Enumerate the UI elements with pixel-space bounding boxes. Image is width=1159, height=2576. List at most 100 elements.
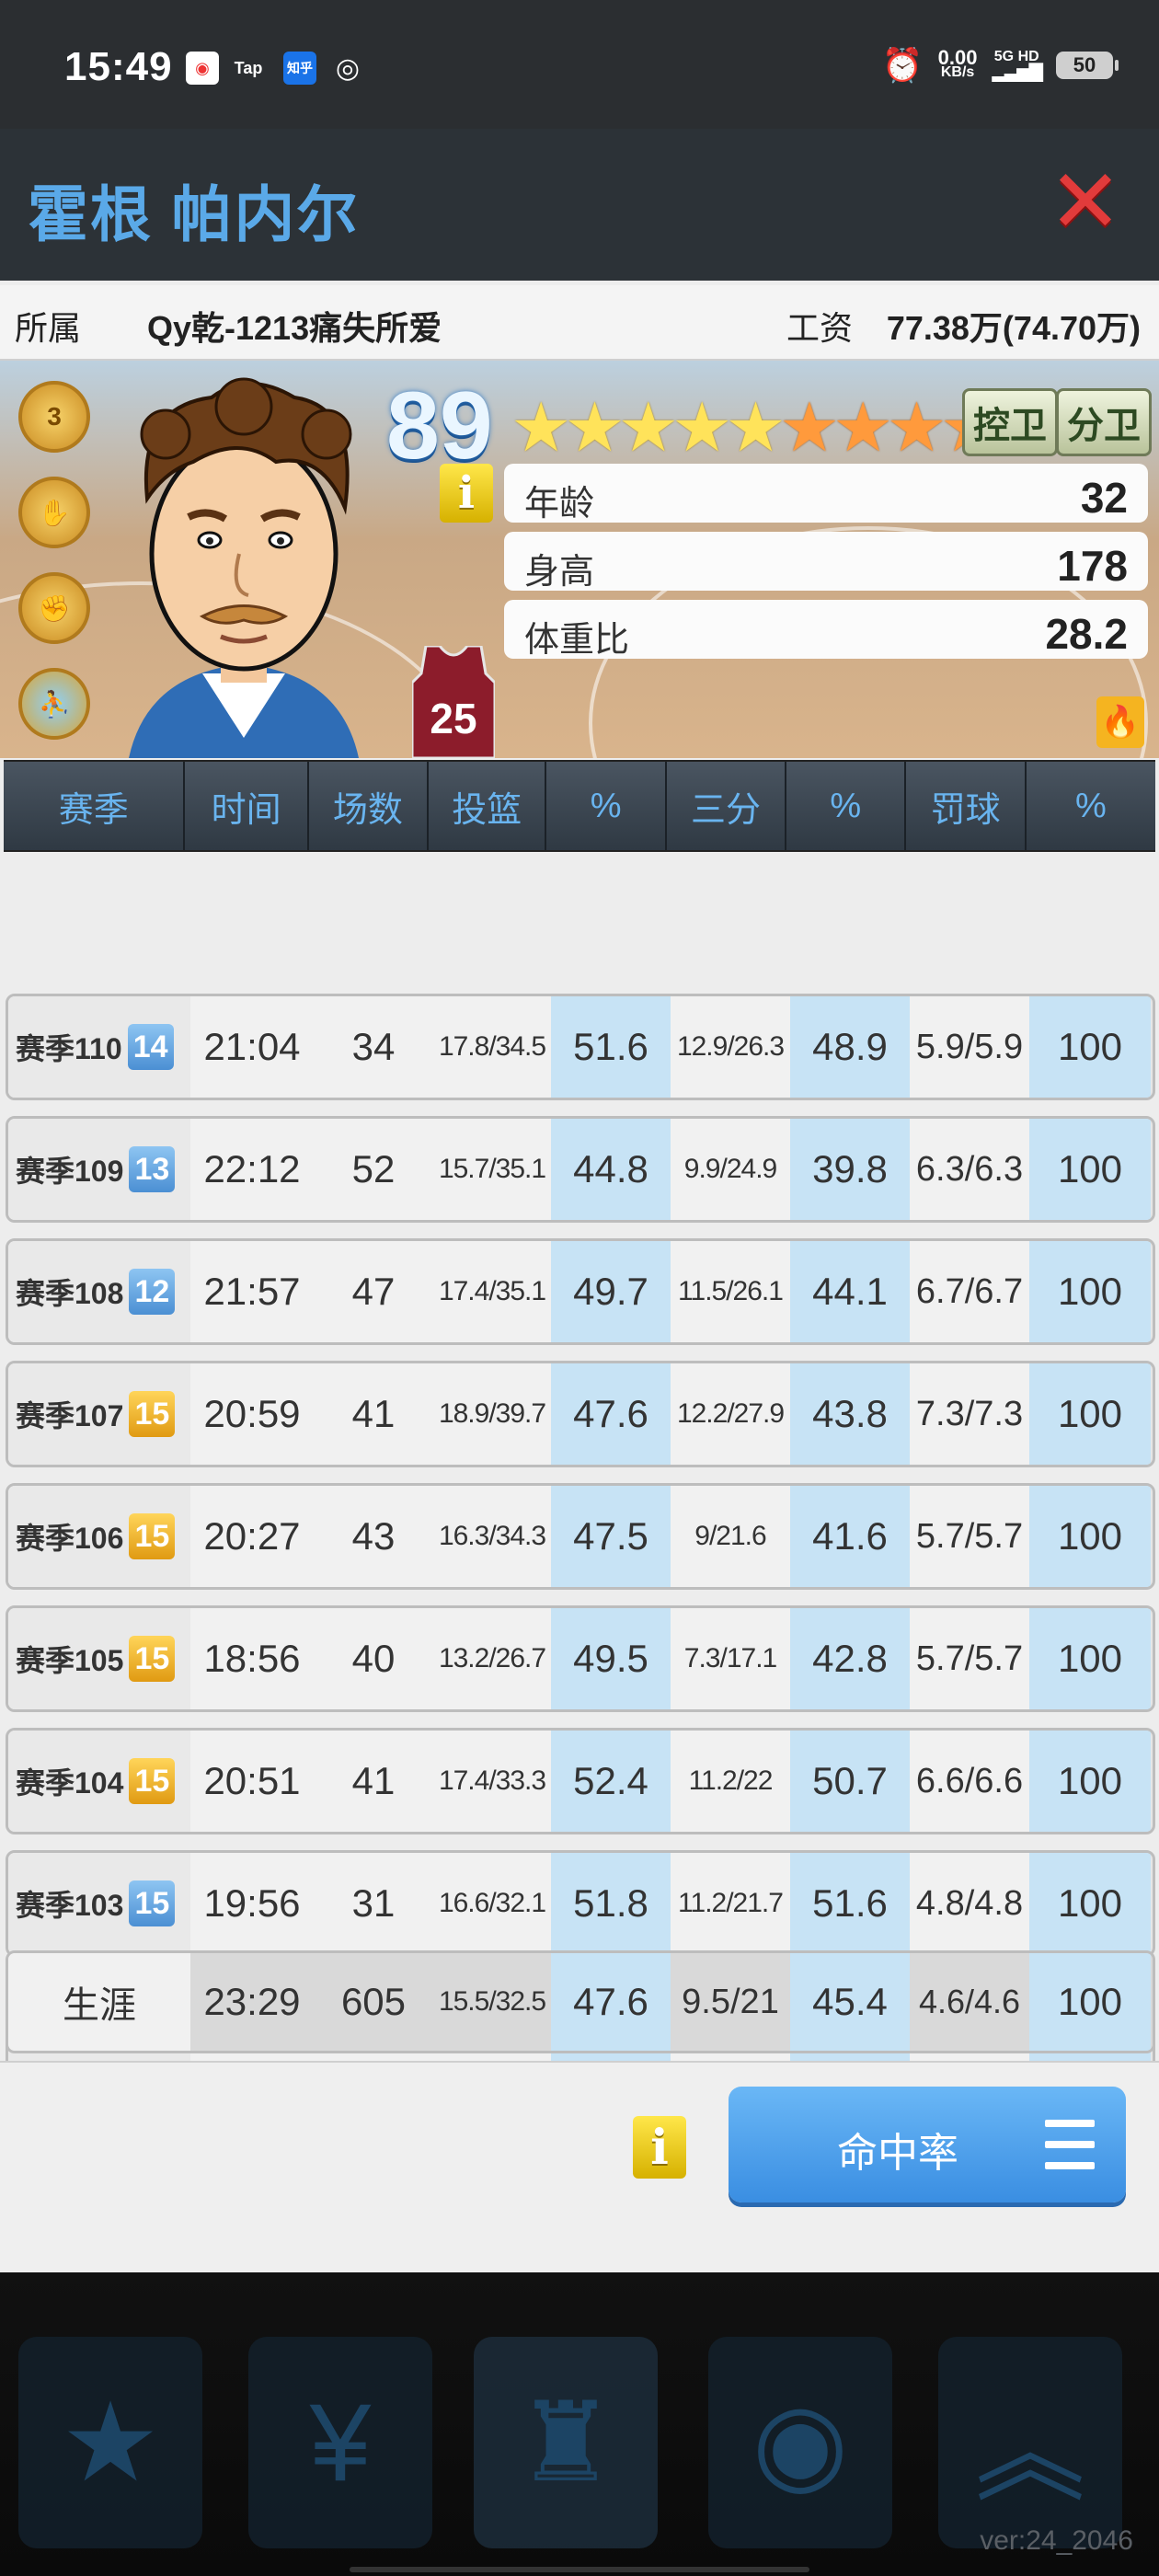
trophy-icon[interactable]: ♜ [474, 2337, 658, 2548]
cell-three: 9.5/21 [682, 1982, 779, 2021]
table-row[interactable]: 赛季110 14 21:04 34 17.8/34.5 51.6 12.9/26.3 48.9… [6, 994, 1155, 1100]
cell-season: 赛季106 15 [8, 1486, 190, 1587]
star-rating: ★★★★★★★★★ [511, 388, 1001, 467]
attr-label: 身高 [524, 553, 595, 592]
fire-icon[interactable]: 🔥 [1096, 696, 1144, 748]
skill-badge-icon[interactable]: ✊ [18, 572, 90, 644]
cell-three-pct: 43.8 [790, 1363, 910, 1465]
status-time: 15:49 [64, 44, 173, 89]
season-label: 赛季106 [16, 1522, 124, 1555]
cell-fg: 18.9/39.7 [433, 1363, 551, 1465]
alarm-icon: ⏰ [881, 46, 924, 84]
col-ft[interactable]: 罚球 [906, 762, 1027, 850]
table-row[interactable]: 赛季109 13 22:12 52 15.7/35.1 44.8 9.9/24.9 39.8 6… [6, 1116, 1155, 1223]
col-three-pct[interactable]: % [786, 762, 907, 850]
cell-fg: 13.2/26.7 [433, 1608, 551, 1709]
accuracy-button[interactable]: 命中率 [729, 2087, 1126, 2202]
attr-age: 年龄 32 [504, 464, 1148, 523]
position-pg-button[interactable]: 控卫 [962, 388, 1058, 456]
skill-badge-icon[interactable]: ⛹ [18, 668, 90, 740]
yen-icon[interactable]: ¥ [248, 2337, 432, 2548]
cell-season: 赛季105 15 [8, 1608, 190, 1709]
cell-games: 43 [314, 1486, 433, 1587]
cell-games: 41 [314, 1731, 433, 1832]
tap-app-icon: Tap [234, 58, 263, 77]
col-season[interactable]: 赛季 [4, 762, 186, 850]
player-card: 3 ✋ ✊ ⛹ 25 89 ★★★★★★★★★ 控卫 分卫 i 年龄 32 身高… [0, 361, 1159, 758]
attr-weight-ratio: 体重比 28.2 [504, 600, 1148, 660]
season-label: 赛季107 [16, 1399, 124, 1432]
level-badge: 15 [129, 1880, 176, 1926]
career-label: 生涯 [8, 1953, 190, 2051]
cell-ft: 6.3/6.3 [910, 1119, 1029, 1220]
table-row[interactable]: 赛季107 15 20:59 41 18.9/39.7 47.6 12.2/27.9 43.8… [6, 1361, 1155, 1467]
table-row[interactable]: 赛季105 15 18:56 40 13.2/26.7 49.5 7.3/17.1 42.8 5… [6, 1605, 1155, 1712]
chat-icon[interactable]: ◉ [708, 2337, 892, 2548]
accuracy-info-button[interactable]: i [633, 2116, 686, 2179]
player-name: 霍根 帕内尔 [28, 180, 360, 248]
table-row[interactable]: 赛季108 12 21:57 47 17.4/35.1 49.7 11.5/26.1 44.1… [6, 1238, 1155, 1345]
cell-three: 11.2/21.7 [671, 1853, 790, 1954]
cell-fg: 16.3/34.3 [433, 1486, 551, 1587]
cell-time: 21:57 [190, 1241, 314, 1342]
col-ft-pct[interactable]: % [1027, 762, 1155, 850]
cell-three-pct: 50.7 [790, 1731, 910, 1832]
col-three[interactable]: 三分 [667, 762, 787, 850]
col-fg[interactable]: 投篮 [429, 762, 547, 850]
season-label: 赛季103 [16, 1889, 124, 1922]
cell-time: 22:12 [190, 1119, 314, 1220]
position-sg-button[interactable]: 分卫 [1056, 388, 1152, 456]
col-time[interactable]: 时间 [185, 762, 309, 850]
cell-ft-pct: 100 [1029, 1119, 1151, 1220]
cell-three-pct: 39.8 [790, 1119, 910, 1220]
col-fg-pct[interactable]: % [546, 762, 667, 850]
cell-games: 34 [314, 996, 433, 1098]
cell-games: 41 [314, 1363, 433, 1465]
star-icon[interactable]: ★ [18, 2337, 202, 2548]
attr-value: 178 [1057, 542, 1128, 590]
level-badge: 15 [129, 1513, 176, 1559]
cell-games: 605 [340, 1980, 407, 2023]
cell-ft-pct: 100 [1029, 1731, 1151, 1832]
accuracy-button-label: 命中率 [837, 2131, 958, 2176]
attr-label: 年龄 [524, 485, 595, 523]
cell-ft: 7.3/7.3 [910, 1363, 1029, 1465]
cell-games: 31 [314, 1853, 433, 1954]
cell-season: 赛季108 12 [8, 1241, 190, 1342]
cell-three-pct: 45.4 [790, 1953, 910, 2051]
affiliation-label: 所属 [15, 309, 82, 347]
level-badge: 15 [129, 1391, 176, 1437]
level-badge-icon[interactable]: 3 [18, 381, 90, 453]
cell-time: 18:56 [190, 1608, 314, 1709]
cell-ft-pct: 100 [1029, 1486, 1151, 1587]
cell-fg: 17.8/34.5 [433, 996, 551, 1098]
jersey-number: 25 [430, 695, 476, 742]
map-app-icon: ◉ [186, 52, 219, 85]
cell-fg-pct: 44.8 [551, 1119, 671, 1220]
cell-fg: 15.5/32.5 [438, 1986, 546, 2017]
cell-time: 20:27 [190, 1486, 314, 1587]
cell-fg-pct: 52.4 [551, 1731, 671, 1832]
zhihu-app-icon: 知乎 [283, 52, 316, 85]
close-button[interactable]: ✕ [1049, 158, 1122, 247]
cell-games: 52 [314, 1119, 433, 1220]
cell-time: 20:59 [190, 1363, 314, 1465]
cell-fg-pct: 47.6 [551, 1363, 671, 1465]
player-portrait [129, 377, 359, 758]
home-indicator[interactable] [350, 2567, 809, 2572]
table-row[interactable]: 赛季106 15 20:27 43 16.3/34.3 47.5 9/21.6 41.6 5.7… [6, 1483, 1155, 1590]
cell-season: 赛季107 15 [8, 1363, 190, 1465]
cell-ft: 4.6/4.6 [918, 1983, 1021, 2020]
cell-fg: 17.4/33.3 [433, 1731, 551, 1832]
up-arrows-icon[interactable]: ︽ [938, 2337, 1122, 2548]
cell-three: 11.5/26.1 [671, 1241, 790, 1342]
info-button[interactable]: i [440, 464, 493, 523]
cell-ft: 5.9/5.9 [910, 996, 1029, 1098]
season-label: 赛季108 [16, 1277, 124, 1310]
col-games[interactable]: 场数 [309, 762, 430, 850]
skill-badge-icon[interactable]: ✋ [18, 477, 90, 548]
table-row[interactable]: 赛季103 15 19:56 31 16.6/32.1 51.8 11.2/21.7 51.6… [6, 1850, 1155, 1957]
level-badge: 14 [127, 1024, 174, 1070]
level-badge: 12 [129, 1269, 176, 1315]
table-row[interactable]: 赛季104 15 20:51 41 17.4/33.3 52.4 11.2/22 50.7 6.… [6, 1728, 1155, 1834]
